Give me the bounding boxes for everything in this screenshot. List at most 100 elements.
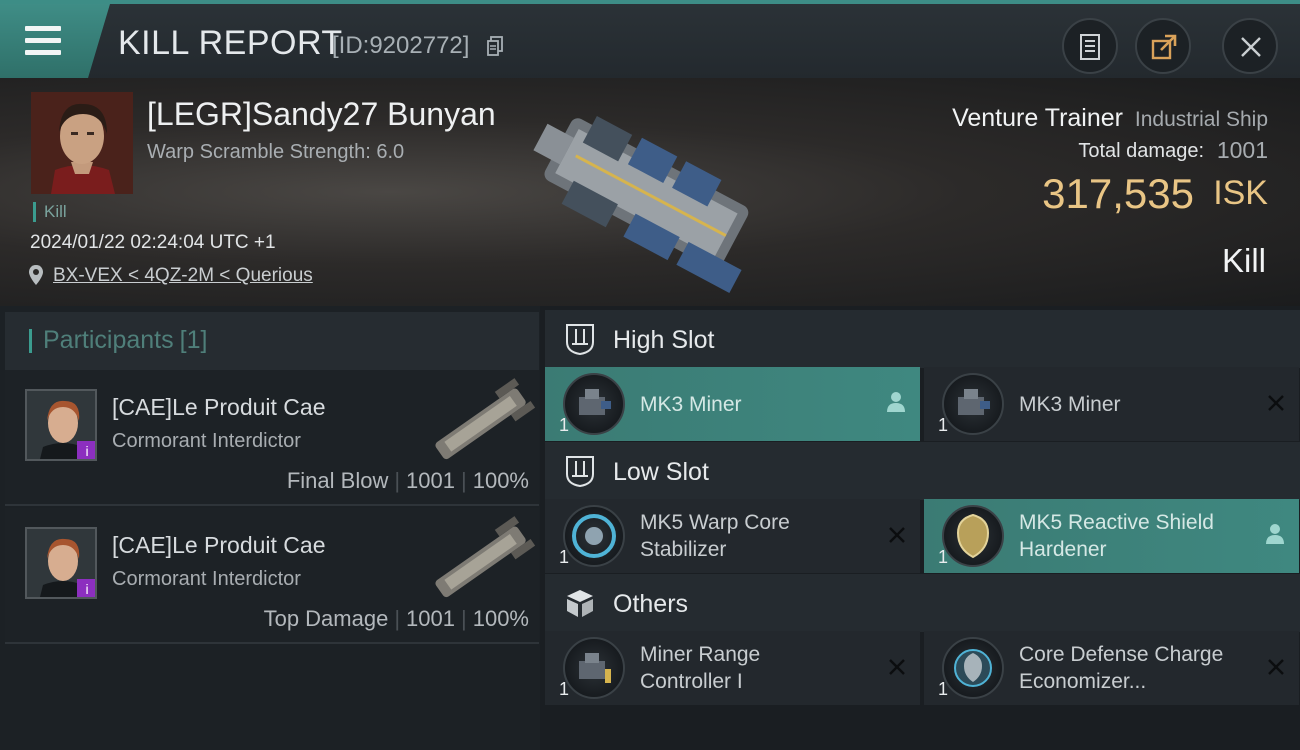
participants-count: [1] [179, 326, 208, 354]
participant-role: Top Damage [263, 606, 389, 631]
module-name: MK3 Miner [640, 393, 742, 416]
report-button[interactable] [1062, 18, 1118, 74]
kill-tag: Kill [33, 202, 67, 222]
participant-percent: 100% [472, 606, 529, 631]
isk-label: ISK [1213, 174, 1268, 212]
module-high-2[interactable]: 1 MK3 Miner [924, 367, 1299, 441]
share-button[interactable] [1135, 18, 1191, 74]
close-icon [1267, 391, 1285, 419]
close-button[interactable] [1222, 18, 1278, 74]
others-label: Others [613, 590, 689, 618]
participant-badge-icon: i [77, 441, 95, 459]
module-name-line1: MK5 Reactive Shield [1019, 511, 1214, 534]
module-name: MK5 Reactive Shield Hardener [1019, 509, 1214, 563]
participant-ship: Cormorant Interdictor [112, 430, 301, 452]
location-pin-icon [29, 265, 43, 285]
high-slot-icon [566, 324, 594, 356]
ship-class: Industrial Ship [1134, 108, 1268, 131]
document-icon [1080, 34, 1100, 60]
close-icon [888, 655, 906, 683]
participant-avatar[interactable]: i [25, 389, 97, 461]
warp-scramble-strength: Warp Scramble Strength: 6.0 [147, 141, 405, 163]
victim-name[interactable]: [LEGR]Sandy27 Bunyan [147, 96, 496, 133]
kill-datetime: 2024/01/22 02:24:04 UTC +1 [30, 232, 276, 253]
miner-module-icon [942, 373, 1004, 435]
miner-range-controller-icon [563, 637, 625, 699]
participant-role: Final Blow [286, 468, 389, 493]
module-name-line1: Miner Range [640, 643, 761, 666]
module-name-line2: Stabilizer [640, 538, 727, 561]
module-name-line2: Economizer... [1019, 670, 1147, 693]
menu-icon-bar [25, 38, 61, 43]
participant-damage: 1001 [406, 468, 455, 493]
kill-location-link[interactable]: BX-VEX < 4QZ-2M < Querious [53, 265, 313, 287]
pilot-portrait-image [31, 92, 133, 194]
warp-core-stabilizer-icon [563, 505, 625, 567]
participant-ship-image [435, 378, 536, 460]
participant-percent: 100% [472, 468, 529, 493]
module-name-line1: Core Defense Charge [1019, 643, 1224, 666]
module-other-1[interactable]: 1 Miner Range Controller I [545, 631, 920, 705]
page-title: KILL REPORT [118, 24, 343, 62]
module-name: Miner Range Controller I [640, 641, 760, 695]
person-icon [886, 391, 906, 420]
total-damage-value: 1001 [1216, 137, 1268, 163]
low-slot-header: Low Slot [545, 442, 1300, 500]
high-slot-header: High Slot [545, 310, 1300, 368]
participant-avatar[interactable]: i [25, 527, 97, 599]
victim-panel: [LEGR]Sandy27 Bunyan Warp Scramble Stren… [0, 78, 1300, 306]
close-icon [888, 523, 906, 551]
module-quantity: 1 [559, 415, 570, 435]
share-icon [1151, 34, 1177, 60]
copy-icon[interactable] [487, 36, 503, 56]
close-icon [1267, 655, 1285, 683]
isk-value: 317,535 [1042, 170, 1194, 217]
high-slot-label: High Slot [613, 326, 715, 354]
kill-report-screen: KILL REPORT [ID:9202772] [LEGR]Sandy27 B… [0, 0, 1300, 750]
module-name: MK5 Warp Core Stabilizer [640, 509, 790, 563]
participant-row[interactable]: i [CAE]Le Produit Cae Cormorant Interdic… [5, 508, 539, 644]
fittings-panel: High Slot 1 MK3 Miner 1 MK3 Miner Low Sl… [540, 306, 1300, 750]
person-icon [1265, 523, 1285, 552]
module-quantity: 1 [938, 679, 949, 699]
participant-ship: Cormorant Interdictor [112, 568, 301, 590]
menu-icon-bar [25, 50, 61, 55]
cube-icon [567, 590, 593, 617]
participant-row[interactable]: i [CAE]Le Produit Cae Cormorant Interdic… [5, 370, 539, 506]
module-name: Core Defense Charge Economizer... [1019, 641, 1223, 695]
participants-header: Participants [1] [5, 312, 539, 370]
result-label: Kill [1221, 242, 1266, 279]
module-high-1[interactable]: 1 MK3 Miner [545, 367, 920, 441]
participant-name[interactable]: [CAE]Le Produit Cae [112, 394, 326, 421]
module-name-line1: MK5 Warp Core [640, 511, 790, 534]
ship-name: Venture Trainer [952, 104, 1123, 132]
kill-id: [ID:9202772] [332, 32, 470, 59]
top-bar: KILL REPORT [ID:9202772] [0, 0, 1300, 78]
module-quantity: 1 [559, 679, 570, 699]
module-other-2[interactable]: 1 Core Defense Charge Economizer... [924, 631, 1299, 705]
miner-module-icon [563, 373, 625, 435]
module-name: MK3 Miner [1019, 393, 1121, 416]
defense-charge-icon [942, 637, 1004, 699]
low-slot-label: Low Slot [613, 458, 709, 486]
others-header: Others [545, 574, 1300, 632]
menu-icon [25, 26, 61, 31]
participant-name[interactable]: [CAE]Le Produit Cae [112, 532, 326, 559]
close-icon [1241, 37, 1261, 57]
module-low-2[interactable]: 1 MK5 Reactive Shield Hardener [924, 499, 1299, 573]
participant-stats: Final Blow | 1001 | 100% [286, 468, 529, 493]
module-quantity: 1 [938, 547, 949, 567]
module-name-line2: Controller I [640, 670, 743, 693]
participant-ship-image [435, 516, 536, 598]
participant-damage: 1001 [406, 606, 455, 631]
victim-portrait[interactable] [31, 92, 133, 194]
total-damage-label: Total damage: [1078, 140, 1204, 162]
participant-badge-icon: i [77, 579, 95, 597]
participants-label: Participants [43, 326, 174, 354]
low-slot-icon [566, 456, 594, 488]
module-name-line2: Hardener [1019, 538, 1107, 561]
module-quantity: 1 [938, 415, 949, 435]
module-low-1[interactable]: 1 MK5 Warp Core Stabilizer [545, 499, 920, 573]
participant-stats: Top Damage | 1001 | 100% [263, 606, 529, 631]
menu-button[interactable] [0, 4, 110, 78]
